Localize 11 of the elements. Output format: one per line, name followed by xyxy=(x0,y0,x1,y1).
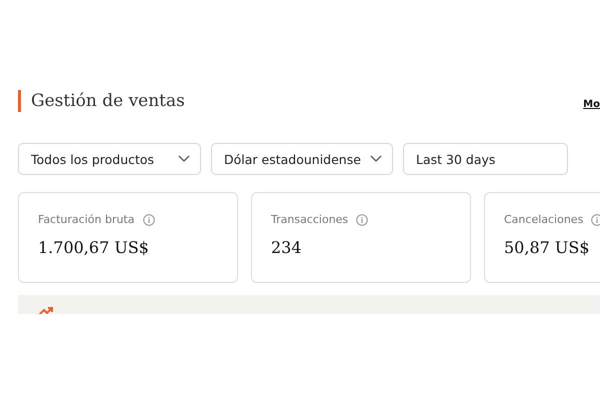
date-range-field[interactable]: Last 30 days xyxy=(403,143,568,175)
metric-value: 1.700,67 US$ xyxy=(38,238,150,257)
metric-label: Facturación bruta xyxy=(38,213,134,226)
metric-label: Cancelaciones xyxy=(504,213,584,226)
metric-value: 50,87 US$ xyxy=(504,238,591,257)
metric-label: Transacciones xyxy=(271,213,348,226)
dropdown[interactable]: Todos los productos xyxy=(18,143,201,175)
dropdown[interactable]: Dólar estadounidense xyxy=(211,143,393,175)
link[interactable]: Mo xyxy=(583,98,600,110)
metric-value: 234 xyxy=(271,238,303,257)
page-title: Gestión de ventas xyxy=(18,90,185,112)
